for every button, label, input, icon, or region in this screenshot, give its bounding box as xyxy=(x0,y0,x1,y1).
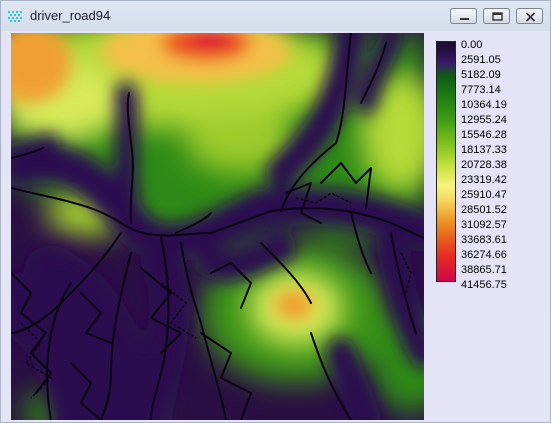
distance-raster-map[interactable] xyxy=(11,33,424,420)
legend-label: 10364.19 xyxy=(461,99,507,111)
legend-color-ramp xyxy=(436,41,456,282)
legend-label: 15546.28 xyxy=(461,129,507,141)
restore-button[interactable] xyxy=(483,8,510,24)
legend-label: 31092.57 xyxy=(461,219,507,231)
legend-label: 25910.47 xyxy=(461,189,507,201)
legend-label: 33683.61 xyxy=(461,234,507,246)
raster-map-image xyxy=(11,33,424,420)
legend-label: 12955.24 xyxy=(461,114,507,126)
legend-label: 38865.71 xyxy=(461,264,507,276)
legend-label: 23319.42 xyxy=(461,174,507,186)
app-grid-icon xyxy=(8,10,22,22)
close-icon xyxy=(525,12,536,22)
minimize-button[interactable] xyxy=(450,8,477,24)
legend-label: 41456.75 xyxy=(461,279,507,291)
legend-label: 28501.52 xyxy=(461,204,507,216)
app-window: driver_road94 0.00 2591.05 5182.09 7773.… xyxy=(0,0,551,423)
title-bar[interactable]: driver_road94 xyxy=(1,1,550,31)
legend-label: 18137.33 xyxy=(461,144,507,156)
legend-label: 20728.38 xyxy=(461,159,507,171)
legend-label: 5182.09 xyxy=(461,69,501,81)
restore-icon xyxy=(492,12,503,21)
legend-label: 2591.05 xyxy=(461,54,501,66)
close-button[interactable] xyxy=(516,8,543,24)
legend-labels: 0.00 2591.05 5182.09 7773.14 10364.19 12… xyxy=(461,38,551,293)
window-title: driver_road94 xyxy=(30,8,111,23)
legend-label: 36274.66 xyxy=(461,249,507,261)
legend-label: 0.00 xyxy=(461,39,483,51)
legend-label: 7773.14 xyxy=(461,84,501,96)
minimize-icon xyxy=(460,18,469,20)
